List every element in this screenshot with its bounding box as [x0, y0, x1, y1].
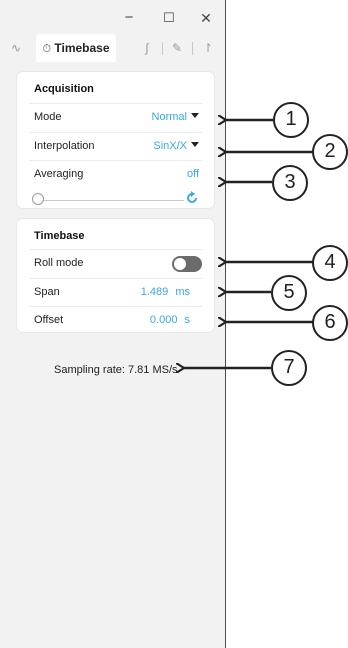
callout-3: 3: [272, 165, 308, 201]
callout-7: 7: [271, 350, 307, 386]
callout-arrows: [0, 0, 314, 648]
callout-2: 2: [312, 134, 348, 170]
callout-1: 1: [273, 102, 309, 138]
callout-5: 5: [271, 275, 307, 311]
callout-6: 6: [312, 305, 348, 341]
callout-4: 4: [312, 245, 348, 281]
